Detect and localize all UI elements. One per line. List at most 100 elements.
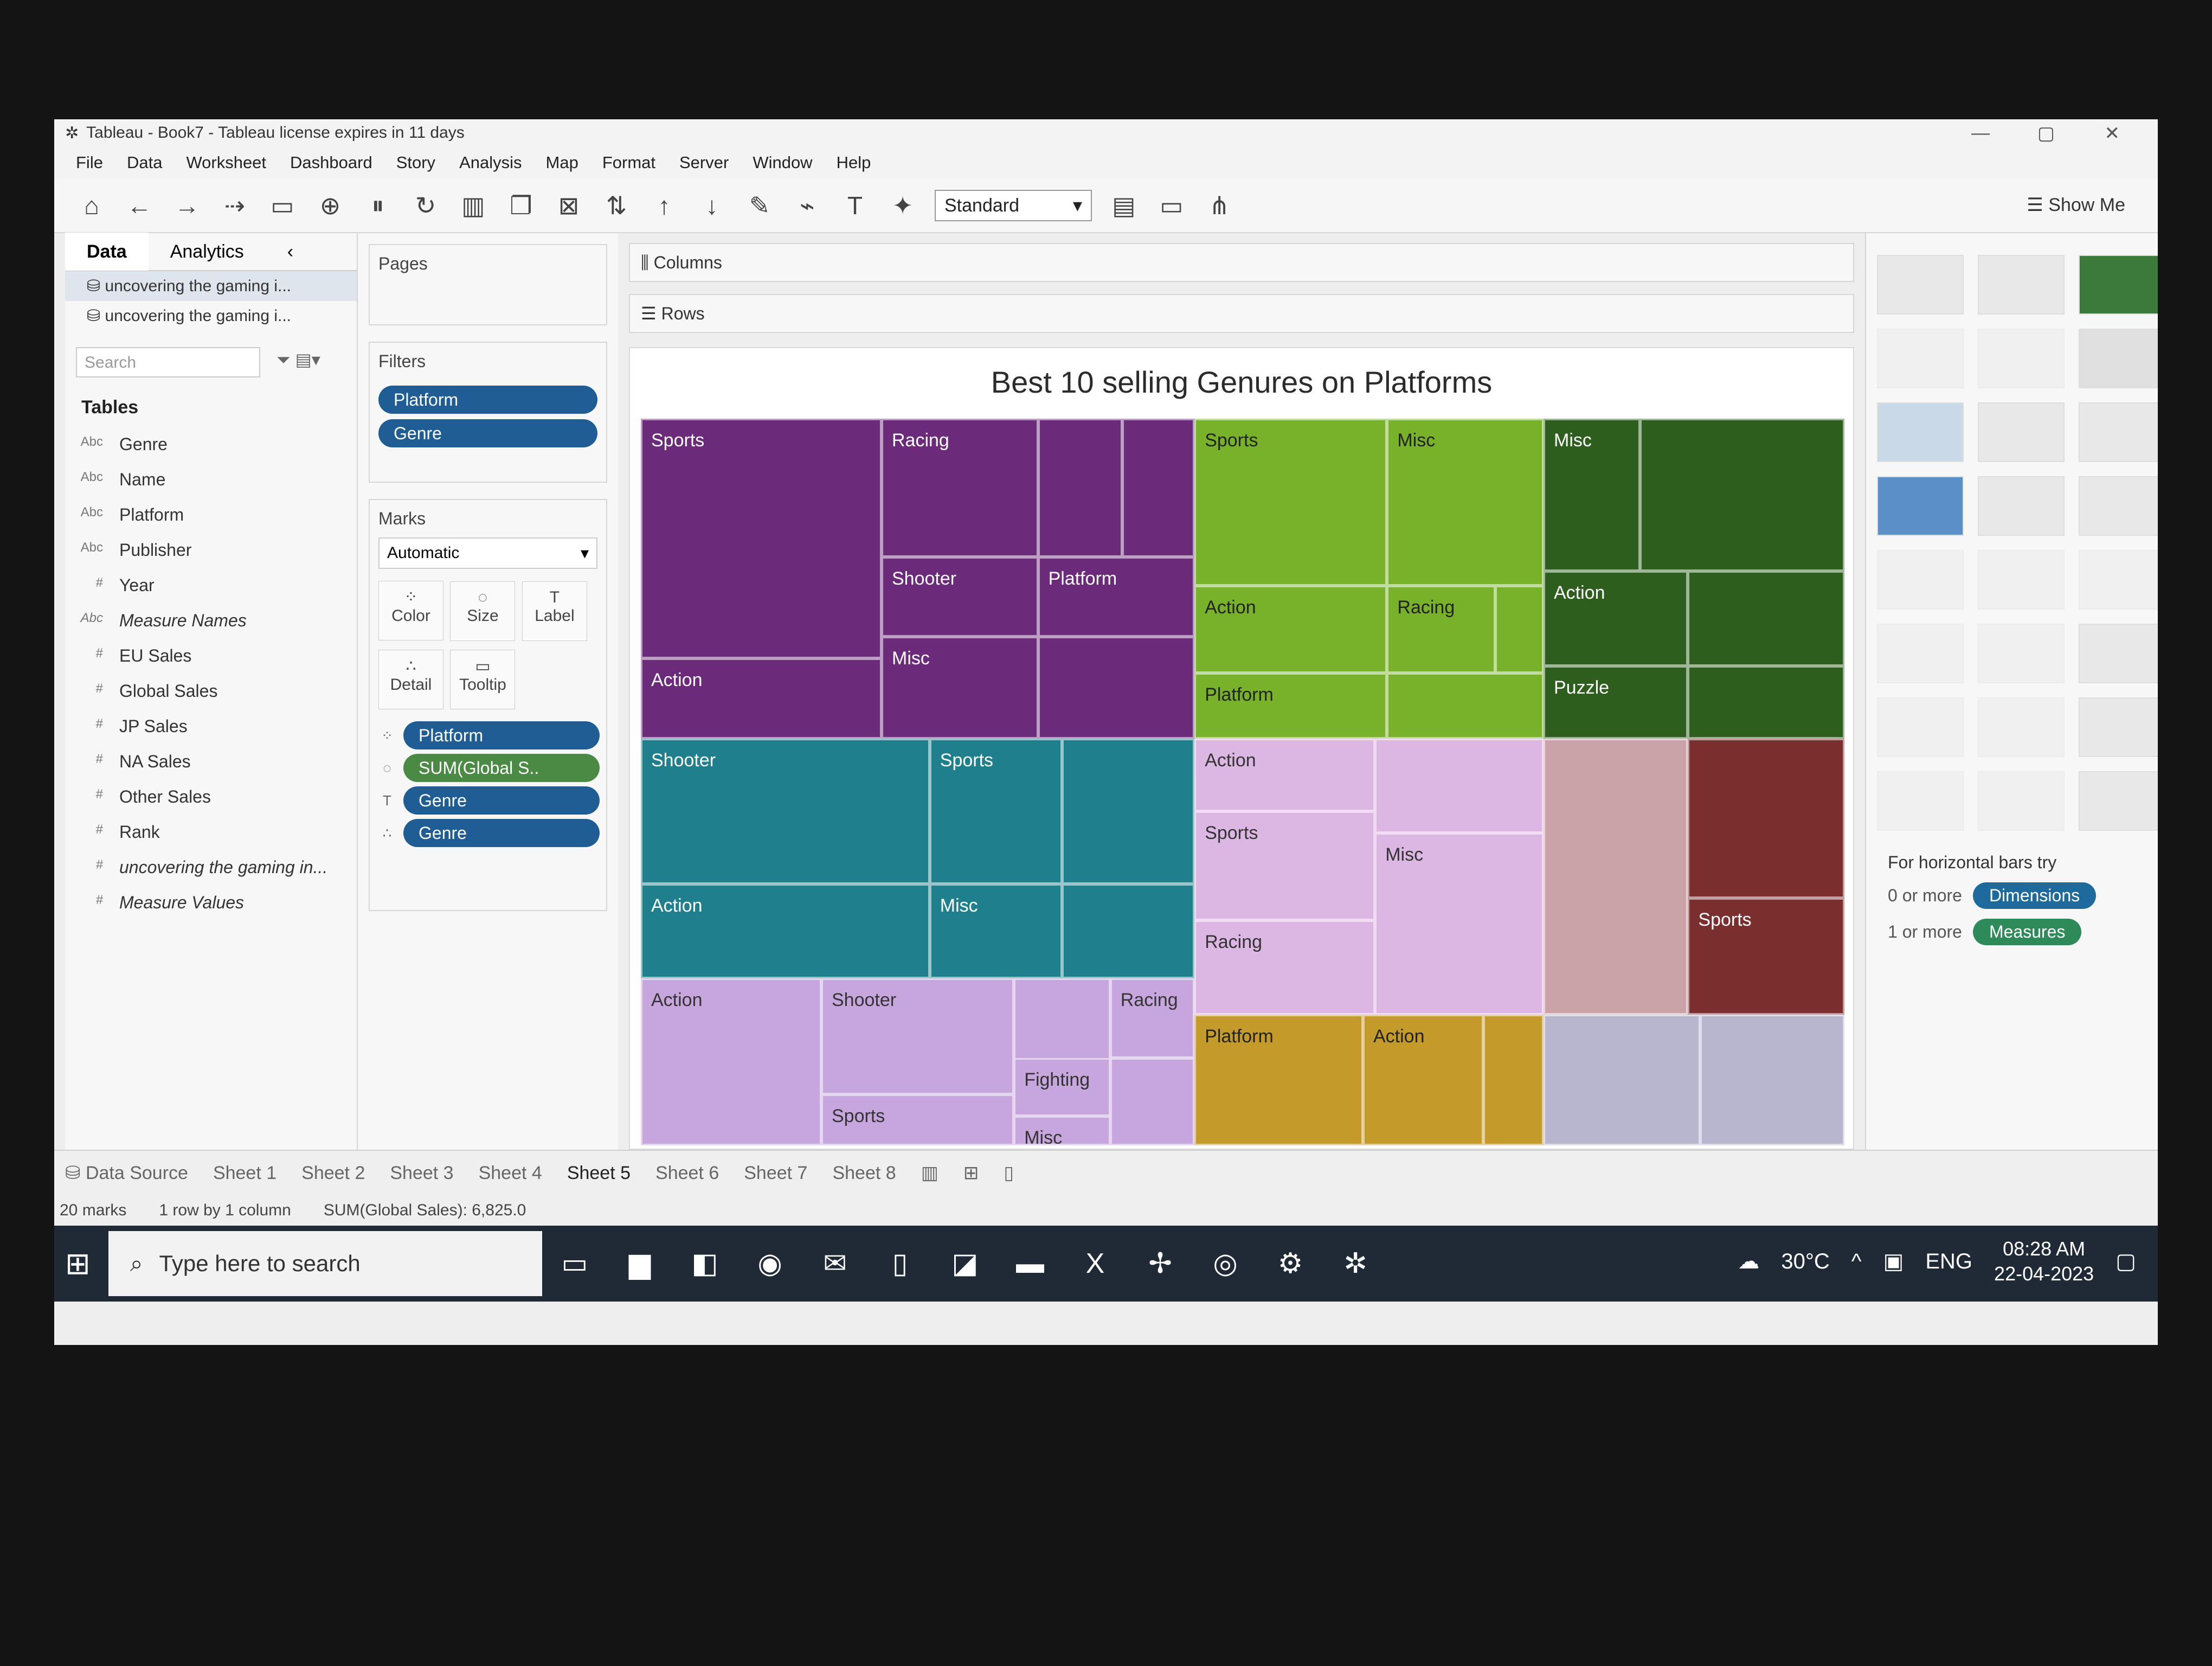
treemap-cell[interactable] [1483,1014,1544,1145]
treemap-cell[interactable] [1038,637,1195,739]
maximize-icon[interactable]: ▢ [2037,123,2055,144]
share-icon[interactable]: ⋔ [1204,191,1235,220]
excel-icon[interactable]: X [1063,1247,1128,1280]
highlight-table-thumb[interactable] [2079,255,2158,315]
tab-sheet-5[interactable]: Sheet 5 [567,1163,631,1184]
treemap-cell[interactable] [1387,673,1544,739]
treemap-cell[interactable]: Sports [1194,811,1375,920]
heat-map-thumb[interactable] [1978,255,2065,315]
notification-icon[interactable]: ▢ [2115,1249,2136,1274]
menu-worksheet[interactable]: Worksheet [186,153,266,172]
histogram-thumb[interactable] [1978,697,2065,757]
color-button[interactable]: ⁘ Color [378,581,443,640]
side-by-side-circles-thumb[interactable] [2079,476,2158,536]
data-source-item[interactable]: ⛁ uncovering the gaming i... [65,301,357,331]
tab-sheet-6[interactable]: Sheet 6 [655,1163,719,1184]
treemap-cell[interactable] [1688,665,1844,739]
mark-type-select[interactable]: Automatic ▾ [378,537,597,569]
treemap-cell[interactable]: Platform [1194,1014,1363,1145]
treemap-cell[interactable]: Misc [1375,832,1544,1015]
gantt-thumb[interactable] [1877,771,1964,831]
text-table-thumb[interactable] [1877,255,1964,315]
save-icon[interactable]: ▭ [267,191,298,220]
treemap-cell[interactable]: Shooter [882,556,1038,637]
field-item[interactable]: # uncovering the gaming in... [65,850,357,885]
close-icon[interactable]: ✕ [2105,123,2120,144]
marks-pill-platform[interactable]: Platform [403,721,600,749]
filter-pill-genre[interactable]: Genre [378,419,597,447]
tab-data[interactable]: Data [65,233,149,271]
menu-help[interactable]: Help [837,153,871,172]
duplicate-sheet-icon[interactable]: ❐ [505,191,537,220]
store-icon[interactable]: ◧ [672,1247,737,1280]
field-item[interactable]: # NA Sales [65,744,357,779]
detail-button[interactable]: ∴ Detail [378,650,443,709]
refresh-icon[interactable]: ↻ [410,191,441,220]
labels-icon[interactable]: T [839,191,871,220]
treemap-cell[interactable] [1639,419,1844,572]
pages-card[interactable]: Pages [369,244,607,325]
firefox-icon[interactable]: ◉ [737,1247,802,1280]
show-me-button[interactable]: ☰ Show Me [2027,194,2125,216]
treemap-cell[interactable]: Misc [1387,419,1544,586]
scatter-plot-thumb[interactable] [1877,697,1964,757]
pause-updates-icon[interactable]: ⏸ [362,190,394,221]
treemap-cell[interactable]: Puzzle [1544,665,1688,739]
treemap-cell[interactable] [1375,738,1544,833]
size-button[interactable]: ◌ Size [450,581,516,641]
field-item[interactable]: Abc Genre [65,427,357,462]
treemap-cell[interactable]: Racing [1110,978,1195,1059]
treemap-cell[interactable]: Sports [1194,419,1387,586]
marks-pill-sum-global-sales[interactable]: SUM(Global S.. [403,754,600,782]
clear-sheet-icon[interactable]: ⊠ [553,191,584,220]
new-worksheet-icon[interactable]: ▥ [458,191,489,220]
chrome-icon[interactable]: ◎ [1193,1247,1258,1280]
terminal-icon[interactable]: ▬ [998,1247,1063,1280]
menu-server[interactable]: Server [679,153,729,172]
fit-select[interactable]: Standard ▾ [935,190,1092,221]
field-search-input[interactable]: Search [76,347,260,377]
home-icon[interactable]: ⌂ [76,191,107,220]
forward-icon[interactable]: → [171,191,203,220]
treemap-cell[interactable] [1700,1014,1844,1145]
tab-data-source[interactable]: ⛁ Data Source [65,1162,188,1184]
swap-icon[interactable]: ⇅ [601,191,632,220]
treemap-cell[interactable]: Sports [1688,898,1844,1015]
treemap-cell[interactable]: Action [641,978,821,1145]
menu-data[interactable]: Data [127,153,162,172]
treemap-cell[interactable] [1688,738,1844,899]
settings-icon[interactable]: ⚙ [1258,1247,1323,1280]
treemap-cell[interactable] [1038,419,1122,557]
editor-icon[interactable]: ◪ [933,1247,998,1280]
treemap-cell[interactable] [1122,419,1195,557]
taskbar-search[interactable]: ⌕ Type here to search [108,1231,542,1296]
lines-continuous-thumb[interactable] [1877,550,1964,610]
field-item[interactable]: # Measure Values [65,885,357,920]
treemap-cell[interactable]: Sports [929,738,1062,884]
presentation-icon[interactable]: ▭ [1156,191,1187,220]
field-item[interactable]: # Global Sales [65,674,357,709]
treemap-cell[interactable]: Misc [882,637,1038,739]
field-item[interactable]: Abc Measure Names [65,603,357,638]
symbol-map-thumb[interactable] [1877,329,1964,388]
rows-shelf[interactable]: ☰ Rows [629,294,1854,333]
field-item[interactable]: # Other Sales [65,779,357,815]
dual-combination-thumb[interactable] [2079,624,2158,683]
treemap-cell[interactable]: Sports [641,419,882,659]
treemap-cell[interactable]: Action [1544,571,1688,666]
filter-pill-platform[interactable]: Platform [378,386,597,414]
group-icon[interactable]: ⌁ [792,191,823,220]
treemap-cell[interactable]: Misc [1014,1116,1110,1145]
treemap-cell[interactable]: Racing [882,419,1038,557]
treemap-cell[interactable]: Action [1363,1014,1483,1145]
lines-discrete-thumb[interactable] [1978,550,2065,610]
treemap-cell[interactable]: Action [1194,586,1387,673]
redo-icon[interactable]: ⇢ [219,191,250,220]
field-item[interactable]: # Rank [65,815,357,850]
menu-story[interactable]: Story [396,153,435,172]
treemap-cell[interactable]: Platform [1038,556,1195,637]
file-explorer-icon[interactable]: ▆ [607,1247,672,1280]
tab-sheet-8[interactable]: Sheet 8 [832,1163,896,1184]
tab-sheet-4[interactable]: Sheet 4 [479,1163,542,1184]
filter-icon[interactable]: ⏷ ▤▾ [276,349,320,370]
